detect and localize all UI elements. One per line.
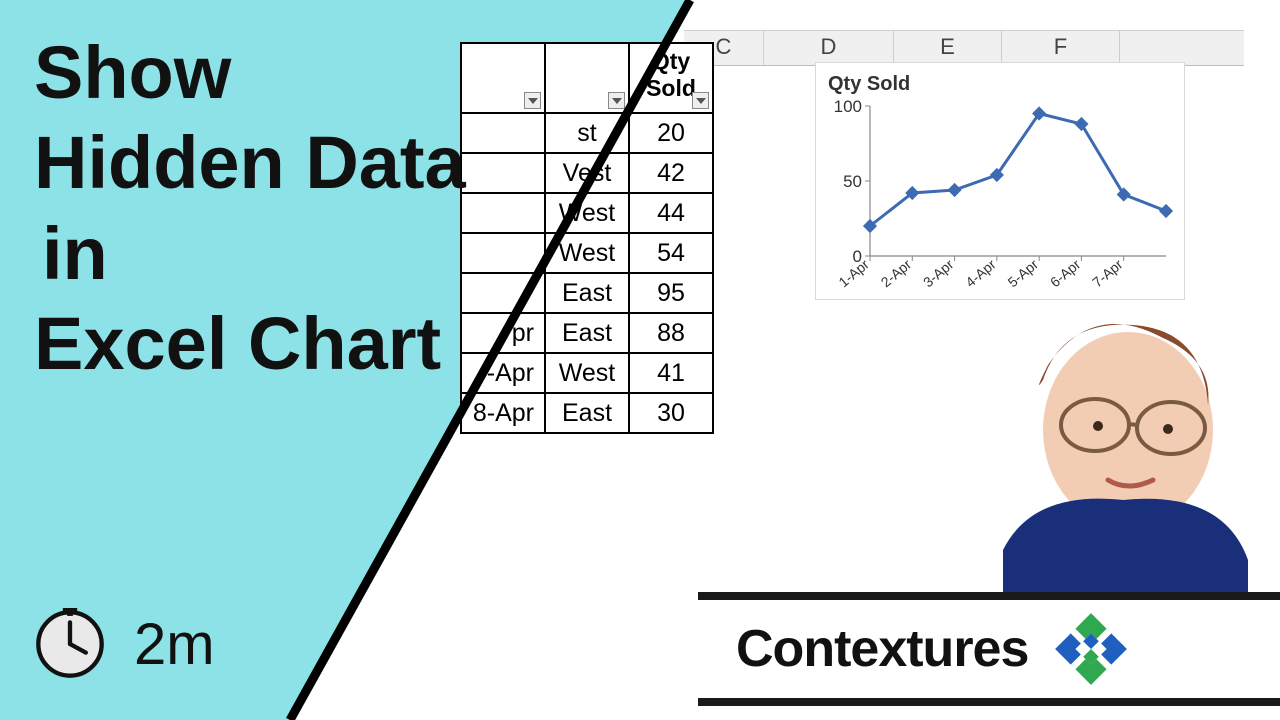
presenter-photo [1003, 310, 1248, 600]
duration-text: 2m [134, 611, 215, 678]
svg-text:50: 50 [843, 172, 862, 191]
brand-name: Contextures [736, 619, 1028, 679]
table-header-region[interactable] [545, 43, 629, 113]
filter-dropdown-icon[interactable] [692, 92, 709, 109]
svg-text:2-Apr: 2-Apr [878, 256, 915, 290]
svg-text:4-Apr: 4-Apr [962, 256, 999, 290]
svg-text:5-Apr: 5-Apr [1005, 256, 1042, 290]
title-line-4: Excel Chart [34, 302, 441, 385]
brand-logo-icon [1052, 610, 1130, 688]
filter-dropdown-icon[interactable] [524, 92, 541, 109]
table-header-qty[interactable]: Qty Sold [629, 43, 713, 113]
title-line-2: Hidden Data [34, 121, 466, 204]
clock-icon [34, 608, 106, 680]
table-row[interactable]: Vest42 [461, 153, 713, 193]
title-line-1: Show [34, 31, 231, 114]
table-row[interactable]: -AprWest41 [461, 353, 713, 393]
chart-title: Qty Sold [828, 73, 1174, 96]
svg-text:3-Apr: 3-Apr [920, 256, 957, 290]
main-title: Show Hidden Data in Excel Chart [34, 28, 466, 389]
table-body: st20 Vest42 West44 West54 East95 prEast8… [461, 113, 713, 433]
table-row[interactable]: West44 [461, 193, 713, 233]
chart-plot: 0501001-Apr2-Apr3-Apr4-Apr5-Apr6-Apr7-Ap… [828, 100, 1174, 298]
col-header-f[interactable]: F [1002, 31, 1120, 65]
svg-text:6-Apr: 6-Apr [1047, 256, 1084, 290]
svg-text:100: 100 [834, 100, 862, 116]
brand-bar: Contextures [698, 600, 1280, 698]
col-header-e[interactable]: E [894, 31, 1002, 65]
title-line-3: in [34, 212, 108, 295]
table-row[interactable]: West54 [461, 233, 713, 273]
table-row[interactable]: East95 [461, 273, 713, 313]
excel-column-headers: C D E F [684, 30, 1244, 66]
data-table: Qty Sold st20 Vest42 West44 West54 East9… [460, 42, 714, 434]
col-header-d[interactable]: D [764, 31, 894, 65]
filter-dropdown-icon[interactable] [608, 92, 625, 109]
svg-text:7-Apr: 7-Apr [1089, 256, 1126, 290]
table-header-date[interactable] [461, 43, 545, 113]
duration-row: 2m [34, 608, 215, 680]
table-row[interactable]: prEast88 [461, 313, 713, 353]
table-row[interactable]: 8-AprEast30 [461, 393, 713, 433]
chart-qty-sold[interactable]: Qty Sold 0501001-Apr2-Apr3-Apr4-Apr5-Apr… [815, 62, 1185, 300]
table-row[interactable]: st20 [461, 113, 713, 153]
